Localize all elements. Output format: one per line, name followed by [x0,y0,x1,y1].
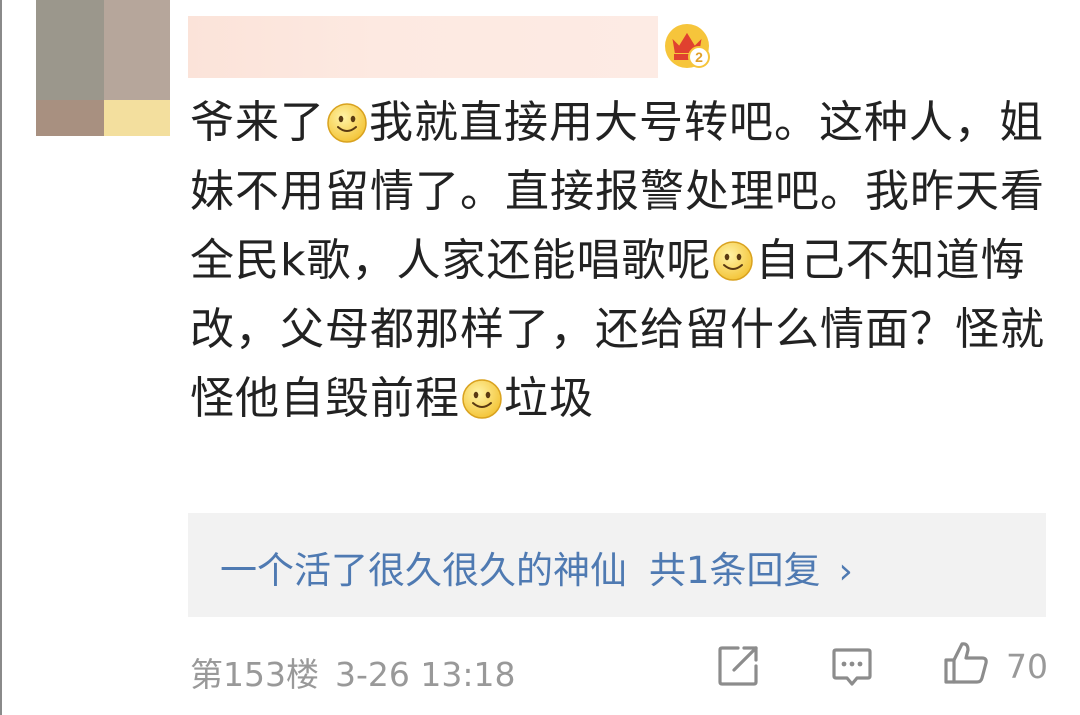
svg-text:2: 2 [695,49,703,65]
reply-summary[interactable]: 一个活了很久很久的神仙 共1条回复 › [220,540,853,594]
smiley-icon [327,103,367,143]
smiley-icon [713,241,754,281]
reply-username[interactable]: 一个活了很久很久的神仙 [220,549,627,592]
comment-icon[interactable] [830,644,874,688]
floor-number: 第153楼 [190,655,319,694]
user-avatar[interactable] [36,0,170,136]
comment-time: 3-26 13:18 [335,655,516,694]
thumbs-up-icon[interactable] [942,640,990,686]
chevron-right-icon[interactable]: › [839,551,853,592]
comment-card: 2 爷来了 我就直接用大号转吧。这种人，姐妹不用留情了。直接报警处理吧。我昨天看全… [0,0,1080,715]
avatar-tile [36,0,104,100]
comment-meta: 第153楼 3-26 13:18 [190,648,516,696]
avatar-tile [36,100,104,136]
comment-text-segment: 垃圾 [504,373,594,424]
username-redacted[interactable] [188,16,658,78]
share-icon[interactable] [716,644,760,688]
avatar-tile [104,100,170,136]
reply-preview[interactable]: 一个活了很久很久的神仙 共1条回复 › [188,513,1046,617]
reply-count[interactable]: 共1条回复 [649,549,821,592]
smiley-icon [462,379,502,419]
avatar-tile [104,0,170,100]
comment-text-segment: 爷来了 [190,97,325,148]
like-count: 70 [1006,647,1048,686]
comment-body: 爷来了 我就直接用大号转吧。这种人，姐妹不用留情了。直接报警处理吧。我昨天看全民k… [190,88,1050,433]
vip-crown-badge-icon: 2 [665,24,710,68]
